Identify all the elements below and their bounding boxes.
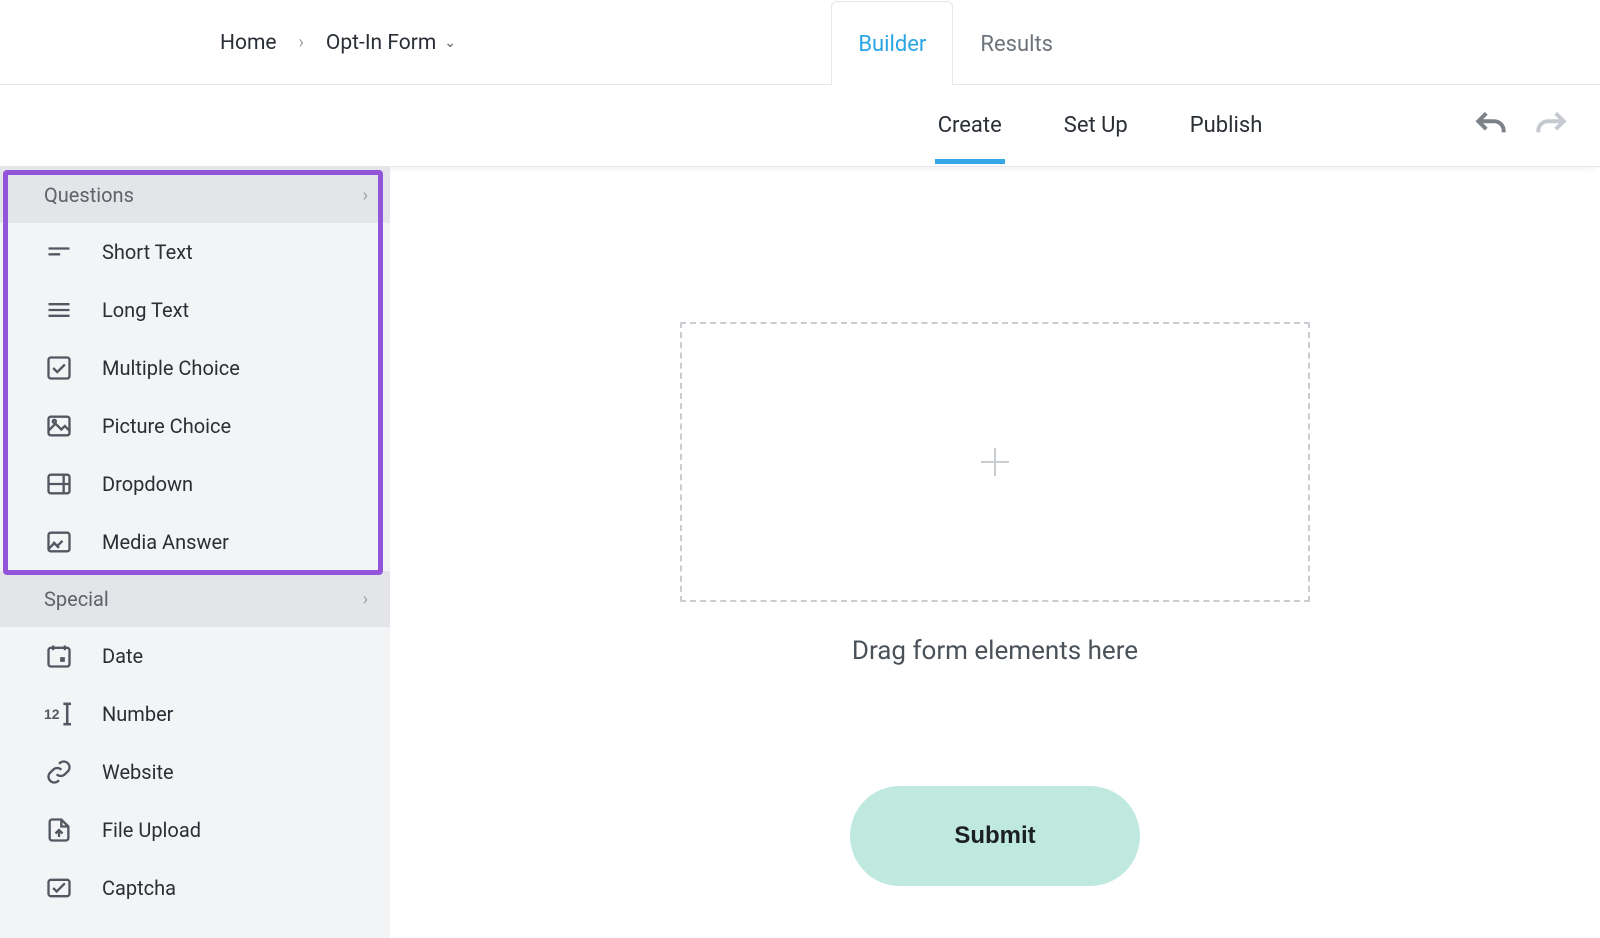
element-file-upload[interactable]: File Upload <box>0 801 390 859</box>
history-controls <box>1472 107 1570 145</box>
element-date[interactable]: Date <box>0 627 390 685</box>
drop-zone[interactable] <box>680 322 1310 602</box>
chevron-right-icon: › <box>299 32 304 53</box>
chevron-right-icon: › <box>363 185 368 206</box>
long-text-icon <box>44 295 74 325</box>
breadcrumb-current-label: Opt-In Form <box>326 31 436 55</box>
elements-sidebar: Questions › Short Text Long Text Multi <box>0 167 390 938</box>
element-label: Number <box>102 702 173 726</box>
submit-button[interactable]: Submit <box>850 786 1140 886</box>
element-picture-choice[interactable]: Picture Choice <box>0 397 390 455</box>
form-canvas: Drag form elements here Submit <box>390 167 1600 938</box>
element-label: Short Text <box>102 240 193 264</box>
breadcrumb: Home › Opt-In Form ⌄ <box>220 0 456 85</box>
builder-subtabs: Create Set Up Publish <box>936 89 1265 162</box>
element-label: Date <box>102 644 143 668</box>
short-text-icon <box>44 237 74 267</box>
element-number[interactable]: 12 Number <box>0 685 390 743</box>
media-answer-icon <box>44 527 74 557</box>
group-questions-list: Short Text Long Text Multiple Choice Pic… <box>0 223 390 571</box>
element-label: Dropdown <box>102 472 193 496</box>
date-icon <box>44 641 74 671</box>
element-long-text[interactable]: Long Text <box>0 281 390 339</box>
element-website[interactable]: Website <box>0 743 390 801</box>
tab-results[interactable]: Results <box>953 1 1080 85</box>
element-short-text[interactable]: Short Text <box>0 223 390 281</box>
file-upload-icon <box>44 815 74 845</box>
group-head-questions[interactable]: Questions › <box>0 167 390 223</box>
subtab-setup[interactable]: Set Up <box>1062 89 1130 162</box>
multiple-choice-icon <box>44 353 74 383</box>
element-label: Long Text <box>102 298 189 322</box>
undo-icon <box>1472 107 1510 145</box>
element-multiple-choice[interactable]: Multiple Choice <box>0 339 390 397</box>
element-label: Multiple Choice <box>102 356 240 380</box>
view-tabs: Builder Results <box>831 0 1600 85</box>
element-label: Captcha <box>102 876 176 900</box>
element-captcha[interactable]: Captcha <box>0 859 390 917</box>
picture-choice-icon <box>44 411 74 441</box>
breadcrumb-home[interactable]: Home <box>220 31 277 55</box>
plus-icon <box>981 448 1009 476</box>
website-link-icon <box>44 757 74 787</box>
dropdown-icon <box>44 469 74 499</box>
element-media-answer[interactable]: Media Answer <box>0 513 390 571</box>
undo-button[interactable] <box>1472 107 1510 145</box>
drop-zone-label: Drag form elements here <box>852 636 1138 666</box>
element-dropdown[interactable]: Dropdown <box>0 455 390 513</box>
element-label: Picture Choice <box>102 414 231 438</box>
group-title: Special <box>44 587 109 611</box>
breadcrumb-current[interactable]: Opt-In Form ⌄ <box>326 31 456 55</box>
top-bar: Home › Opt-In Form ⌄ Builder Results <box>0 0 1600 85</box>
element-label: File Upload <box>102 818 201 842</box>
redo-icon <box>1532 107 1570 145</box>
subtab-publish[interactable]: Publish <box>1188 89 1265 162</box>
chevron-right-icon: › <box>363 589 368 610</box>
chevron-down-icon: ⌄ <box>444 35 456 51</box>
captcha-icon <box>44 873 74 903</box>
builder-subnav: Create Set Up Publish <box>0 85 1600 167</box>
tab-builder[interactable]: Builder <box>831 1 953 85</box>
group-head-special[interactable]: Special › <box>0 571 390 627</box>
element-label: Website <box>102 760 174 784</box>
number-icon: 12 <box>44 699 74 729</box>
element-label: Media Answer <box>102 530 229 554</box>
subtab-create[interactable]: Create <box>936 89 1004 162</box>
redo-button[interactable] <box>1532 107 1570 145</box>
group-special-list: Date 12 Number Website File Upload <box>0 627 390 917</box>
group-title: Questions <box>44 183 134 207</box>
work-area: Questions › Short Text Long Text Multi <box>0 167 1600 938</box>
